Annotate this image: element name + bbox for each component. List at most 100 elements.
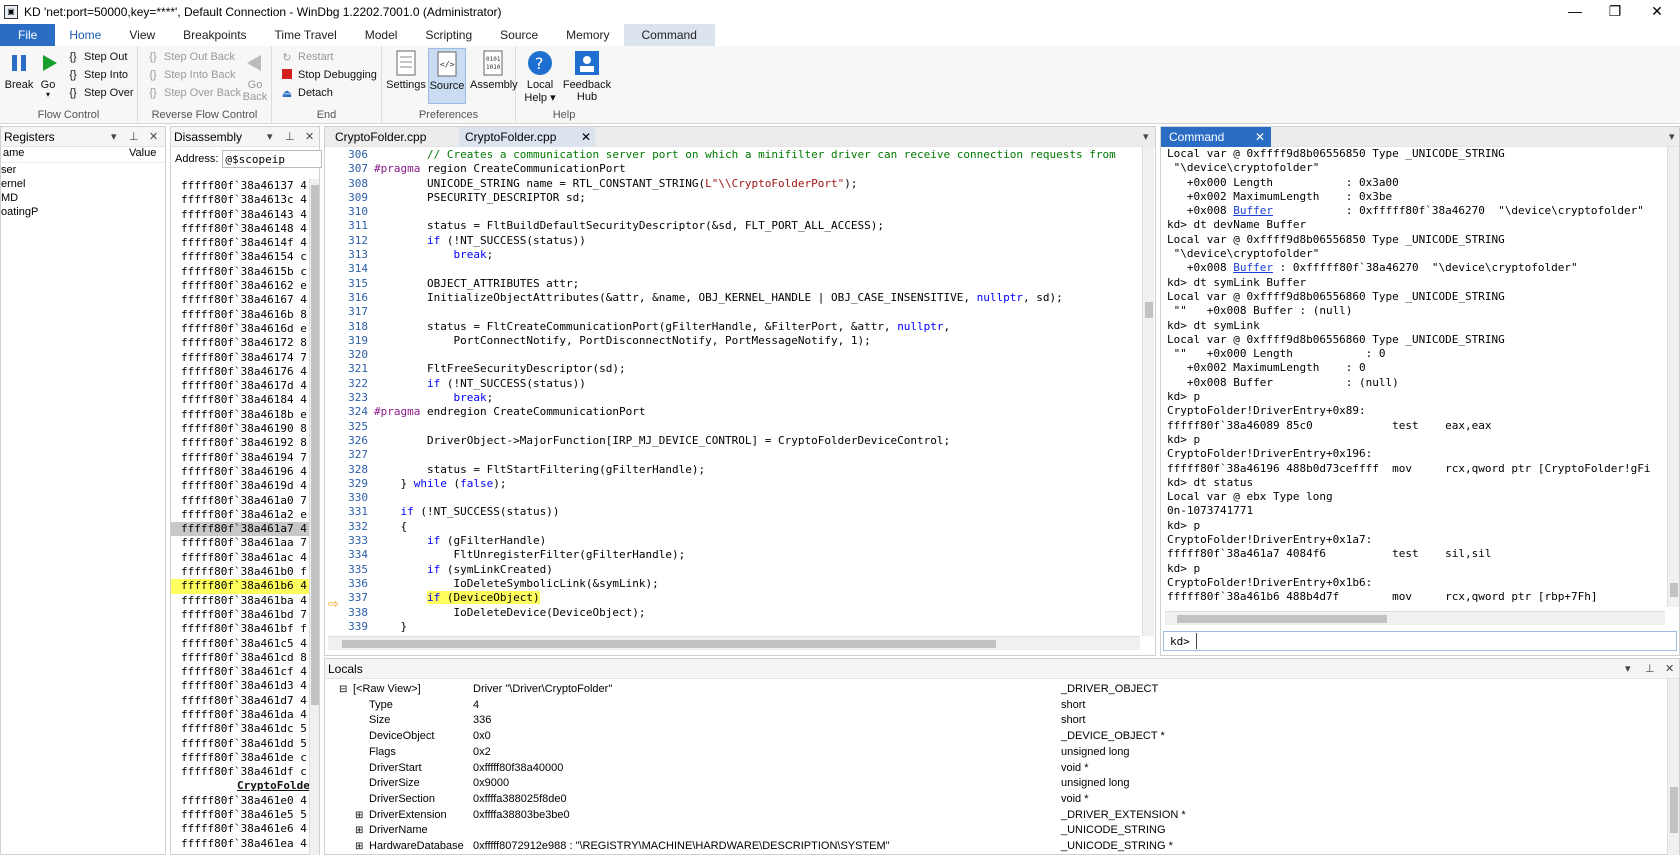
step-into-button[interactable]: {} Step Into	[66, 66, 128, 84]
panel-menu-icon[interactable]: ▾	[1625, 659, 1631, 679]
locals-row[interactable]: DriverSize 0x9000 unsigned long	[325, 776, 1665, 792]
locals-row[interactable]: DeviceObject 0x0 _DEVICE_OBJECT *	[325, 729, 1665, 745]
command-tab[interactable]: Command ✕	[1161, 127, 1271, 147]
register-group[interactable]: MD	[1, 191, 165, 205]
disassembly-line[interactable]: fffff80f`38a46184 4	[171, 393, 319, 407]
source-line[interactable]: 337 if (DeviceObject)	[330, 591, 1152, 605]
locals-row[interactable]: DriverSection 0xffffa388025f8de0 void *	[325, 792, 1665, 808]
collapse-icon[interactable]: ⊟	[339, 682, 347, 698]
locals-scrollbar[interactable]	[1667, 679, 1679, 855]
column-name[interactable]: ame	[3, 147, 24, 159]
register-group[interactable]: ernel	[1, 177, 165, 191]
disassembly-line[interactable]: fffff80f`38a461e5 5	[171, 808, 319, 822]
disassembly-line[interactable]: fffff80f`38a4613c 4	[171, 193, 319, 207]
source-line[interactable]: 331 if (!NT_SUCCESS(status))	[330, 505, 1152, 519]
disassembly-line[interactable]: fffff80f`38a46192 8	[171, 436, 319, 450]
close-tab-icon[interactable]: ✕	[1255, 127, 1265, 147]
go-back-button[interactable]: Go Back	[242, 48, 268, 103]
assembly-mode-button[interactable]: 0101 1010 Assembly	[470, 48, 518, 91]
disassembly-line[interactable]: fffff80f`38a46154 c	[171, 250, 319, 264]
source-line[interactable]: 312 if (!NT_SUCCESS(status))	[330, 234, 1152, 248]
scrollbar-thumb[interactable]	[342, 640, 996, 648]
break-button[interactable]: Break	[4, 48, 34, 91]
expand-icon[interactable]: ⊞	[355, 839, 363, 855]
tab-model[interactable]: Model	[351, 24, 412, 46]
source-line[interactable]: 339 }	[330, 620, 1152, 634]
source-line[interactable]: 325	[330, 420, 1152, 434]
tab-command[interactable]: Command	[623, 24, 715, 46]
locals-row[interactable]: ⊞ DriverName _UNICODE_STRING	[325, 823, 1665, 839]
source-line[interactable]: 324 #pragma endregion CreateCommunication…	[330, 405, 1152, 419]
disassembly-line[interactable]: fffff80f`38a461df c	[171, 765, 319, 779]
disassembly-line[interactable]: fffff80f`38a46194 7	[171, 451, 319, 465]
close-tab-icon[interactable]: ✕	[581, 127, 591, 147]
disassembly-line[interactable]: fffff80f`38a461b0 f	[171, 565, 319, 579]
close-icon[interactable]: ✕	[149, 127, 158, 147]
local-help-button[interactable]: ? Local Help ▾	[520, 48, 560, 104]
source-line[interactable]: 335 if (symLinkCreated)	[330, 563, 1152, 577]
locals-row[interactable]: ⊞ HardwareDatabase 0xfffff8072912e988 : "\…	[325, 839, 1665, 855]
disassembly-line[interactable]: fffff80f`38a461a7 4	[171, 522, 319, 537]
stop-debugging-button[interactable]: Stop Debugging	[280, 66, 377, 84]
tab-breakpoints[interactable]: Breakpoints	[169, 24, 260, 46]
source-tab-1[interactable]: CryptoFolder.cpp	[329, 127, 432, 147]
disassembly-line[interactable]: fffff80f`38a46172 8	[171, 336, 319, 350]
disassembly-line[interactable]: fffff80f`38a461ba 4	[171, 594, 319, 608]
disassembly-line[interactable]: fffff80f`38a4618b e	[171, 408, 319, 422]
disassembly-line[interactable]: fffff80f`38a4614f 4	[171, 236, 319, 250]
disassembly-line[interactable]: fffff80f`38a4615b c	[171, 265, 319, 279]
disassembly-line[interactable]: fffff80f`38a46167 4	[171, 293, 319, 307]
disassembly-line[interactable]: fffff80f`38a461d3 4	[171, 679, 319, 693]
disassembly-line[interactable]: fffff80f`38a46162 e	[171, 279, 319, 293]
close-icon[interactable]: ✕	[305, 127, 314, 147]
go-button[interactable]: Go ▾	[36, 48, 60, 99]
pin-icon[interactable]: ⊥	[129, 127, 139, 147]
command-horizontal-scrollbar[interactable]	[1165, 611, 1665, 625]
disassembly-line[interactable]: fffff80f`38a461dd 5	[171, 737, 319, 751]
tab-memory[interactable]: Memory	[552, 24, 623, 46]
source-line[interactable]: 316 InitializeObjectAttributes(&attr, &n…	[330, 291, 1152, 305]
disassembly-line[interactable]: fffff80f`38a46176 4	[171, 365, 319, 379]
source-line[interactable]: 338 IoDeleteDevice(DeviceObject);	[330, 606, 1152, 620]
source-line[interactable]: 334 FltUnregisterFilter(gFilterHandle);	[330, 548, 1152, 562]
scrollbar-thumb[interactable]	[1177, 615, 1387, 623]
source-line[interactable]: 311 status = FltBuildDefaultSecurityDesc…	[330, 219, 1152, 233]
tab-source[interactable]: Source	[486, 24, 552, 46]
tab-file[interactable]: File	[0, 24, 56, 46]
panel-menu-icon[interactable]: ▾	[111, 127, 117, 147]
disassembly-line[interactable]: fffff80f`38a46148 4	[171, 222, 319, 236]
tab-time-travel[interactable]: Time Travel	[261, 24, 351, 46]
source-line[interactable]: 330	[330, 491, 1152, 505]
disassembly-symbol[interactable]: CryptoFolder!Gs	[171, 779, 319, 793]
expand-icon[interactable]: ⊞	[355, 808, 363, 824]
locals-row[interactable]: DriverStart 0xfffff80f38a40000 void *	[325, 761, 1665, 777]
disassembly-line[interactable]: fffff80f`38a461e0 4	[171, 794, 319, 808]
source-line[interactable]: 322 if (!NT_SUCCESS(status))	[330, 377, 1152, 391]
disassembly-line[interactable]: fffff80f`38a461dc 5	[171, 722, 319, 736]
close-icon[interactable]: ✕	[1665, 659, 1674, 679]
source-line[interactable]: 320	[330, 348, 1152, 362]
disassembly-line[interactable]: fffff80f`38a461bd 7	[171, 608, 319, 622]
locals-row[interactable]: ⊟ [<Raw View>] Driver "\Driver\CryptoFolde…	[325, 682, 1665, 698]
step-over-back-button[interactable]: {} Step Over Back	[146, 84, 241, 102]
disassembly-line[interactable]: fffff80f`38a46196 4	[171, 465, 319, 479]
disassembly-line[interactable]: fffff80f`38a461aa 7	[171, 536, 319, 550]
buffer-link[interactable]: Buffer	[1233, 261, 1273, 274]
disassembly-line[interactable]: fffff80f`38a461c5 4	[171, 637, 319, 651]
buffer-link[interactable]: Buffer	[1233, 204, 1273, 217]
source-line[interactable]: 321 FltFreeSecurityDescriptor(sd);	[330, 362, 1152, 376]
disassembly-line[interactable]: fffff80f`38a461ea 4	[171, 837, 319, 851]
locals-row[interactable]: Type 4 short	[325, 698, 1665, 714]
step-into-back-button[interactable]: {} Step Into Back	[146, 66, 235, 84]
source-line[interactable]: 326 DriverObject->MajorFunction[IRP_MJ_D…	[330, 434, 1152, 448]
source-line[interactable]: 315 OBJECT_ATTRIBUTES attr;	[330, 277, 1152, 291]
pin-icon[interactable]: ⊥	[285, 127, 295, 147]
restore-button[interactable]: ❐	[1592, 0, 1638, 24]
disassembly-line[interactable]: fffff80f`38a461ac 4	[171, 551, 319, 565]
address-input[interactable]	[222, 150, 323, 168]
tab-menu-icon[interactable]: ▾	[1143, 127, 1149, 147]
disassembly-line[interactable]: fffff80f`38a461d7 4	[171, 694, 319, 708]
source-horizontal-scrollbar[interactable]	[328, 636, 1140, 650]
source-line[interactable]: 323 break;	[330, 391, 1152, 405]
pin-icon[interactable]: ⊥	[1645, 659, 1655, 679]
